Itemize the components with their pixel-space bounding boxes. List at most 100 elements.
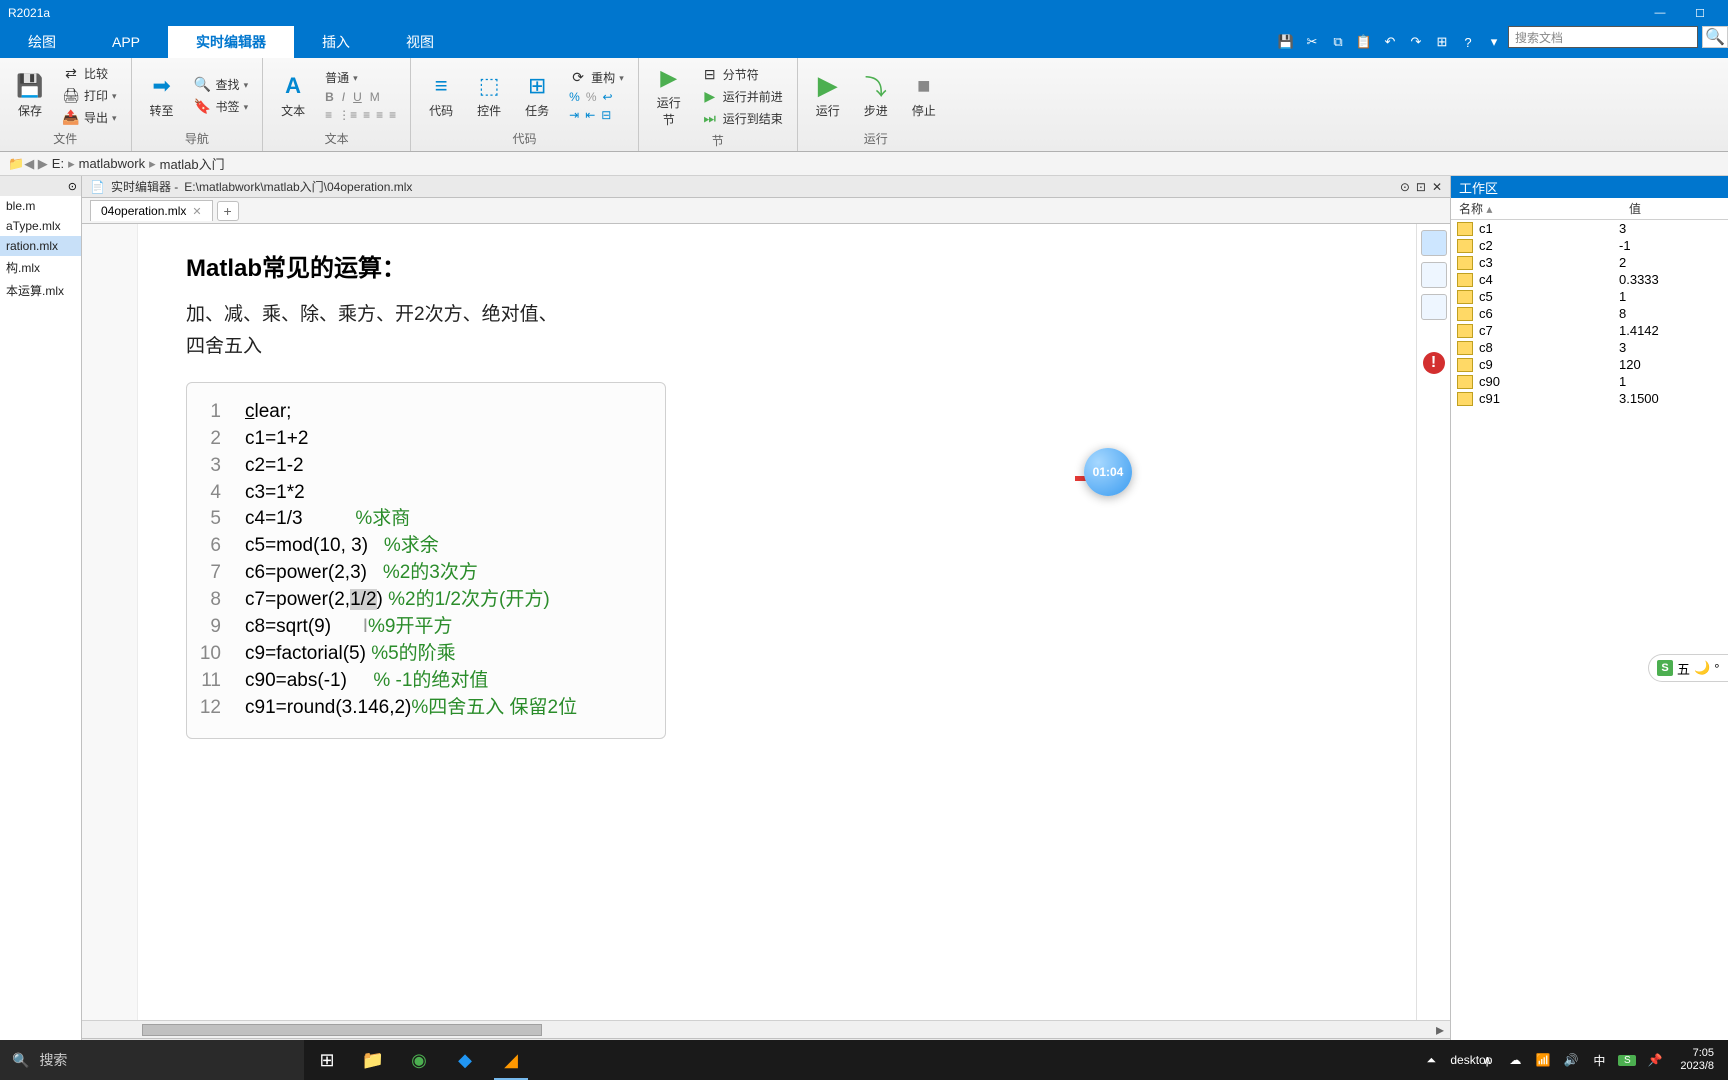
tray-chevron-icon[interactable]: ⏶	[1422, 1053, 1440, 1068]
qat-save-icon[interactable]: 💾	[1276, 32, 1296, 52]
qat-undo-icon[interactable]: ↶	[1380, 32, 1400, 52]
bold-button[interactable]: B	[325, 90, 334, 104]
tray-pin-icon[interactable]: 📌	[1646, 1053, 1664, 1067]
refactor-button[interactable]: ⟳重构	[565, 67, 628, 87]
save-button[interactable]: 保存	[10, 70, 50, 121]
file-item[interactable]: 构.mlx	[0, 256, 81, 279]
text-button[interactable]: 文本	[273, 70, 313, 121]
file-item[interactable]: 本运算.mlx	[0, 279, 81, 302]
align-right-icon[interactable]: ≡	[389, 108, 396, 122]
code-button[interactable]: 代码	[421, 70, 461, 121]
percent-icon[interactable]: %	[569, 90, 580, 104]
workspace-var-row[interactable]: c68	[1451, 305, 1728, 322]
editor-close-icon[interactable]: ✕	[1432, 180, 1442, 194]
run-button[interactable]: 运行	[808, 70, 848, 121]
horizontal-scrollbar[interactable]: ▸	[82, 1020, 1450, 1038]
percent2-icon[interactable]: %	[586, 90, 597, 104]
path-drive[interactable]: E:	[48, 156, 68, 171]
output-right-button[interactable]	[1421, 262, 1447, 288]
workspace-var-row[interactable]: c9120	[1451, 356, 1728, 373]
app-blue-button[interactable]: ◆	[442, 1040, 488, 1080]
output-hide-button[interactable]	[1421, 294, 1447, 320]
tab-app[interactable]: APP	[84, 26, 168, 58]
run-advance-button[interactable]: ▶运行并前进	[697, 86, 787, 106]
tray-lang[interactable]: 中	[1590, 1052, 1608, 1069]
workspace-var-row[interactable]: c32	[1451, 254, 1728, 271]
code-block[interactable]: 123456789101112 clear;c1=1+2c2=1-2c3=1*2…	[186, 382, 666, 740]
code-text[interactable]: clear;c1=1+2c2=1-2c3=1*2c4=1/3 %求商c5=mod…	[233, 383, 589, 739]
timer-badge[interactable]: 01:04	[1084, 448, 1132, 496]
align-left-icon[interactable]: ≡	[363, 108, 370, 122]
workspace-var-row[interactable]: c2-1	[1451, 237, 1728, 254]
workspace-var-row[interactable]: c71.4142	[1451, 322, 1728, 339]
goto-button[interactable]: 转至	[142, 70, 182, 121]
file-item[interactable]: aType.mlx	[0, 216, 81, 236]
add-tab-button[interactable]: +	[217, 201, 239, 221]
workspace-var-row[interactable]: c40.3333	[1451, 271, 1728, 288]
qat-redo-icon[interactable]: ↷	[1406, 32, 1426, 52]
workspace-var-row[interactable]: c913.1500	[1451, 390, 1728, 407]
qat-dropdown-icon[interactable]: ▾	[1484, 32, 1504, 52]
editor-restore-icon[interactable]: ⊡	[1416, 180, 1426, 194]
task-view-button[interactable]: ⊞	[304, 1040, 350, 1080]
minimize-button[interactable]: —	[1640, 7, 1680, 19]
tray-up-icon[interactable]: ∧	[1478, 1053, 1496, 1067]
tray-desktop[interactable]: desktop	[1450, 1053, 1468, 1067]
workspace-var-row[interactable]: c13	[1451, 220, 1728, 237]
tray-wifi-icon[interactable]: 📶	[1534, 1053, 1552, 1067]
format-icon[interactable]: ⊟	[601, 108, 611, 122]
list-bullet-icon[interactable]: ≡	[325, 108, 332, 122]
tab-view[interactable]: 视图	[378, 26, 462, 58]
qat-copy-icon[interactable]: ⧉	[1328, 32, 1348, 52]
run-section-button[interactable]: 运行 节	[649, 62, 689, 130]
file-explorer-button[interactable]: 📁	[350, 1040, 396, 1080]
col-name[interactable]: 名称	[1459, 202, 1483, 216]
outdent-icon[interactable]: ⇤	[585, 108, 595, 122]
file-item[interactable]: ration.mlx	[0, 236, 81, 256]
tab-insert[interactable]: 插入	[294, 26, 378, 58]
style-normal[interactable]: 普通	[321, 68, 400, 87]
stop-button[interactable]: 停止	[904, 70, 944, 121]
ime-indicator[interactable]: S 五 🌙 °	[1648, 654, 1728, 682]
col-value[interactable]: 值	[1621, 200, 1728, 217]
underline-button[interactable]: U	[353, 90, 362, 104]
taskbar-clock[interactable]: 7:052023/8	[1674, 1047, 1720, 1073]
error-indicator-icon[interactable]: !	[1423, 352, 1445, 374]
search-button[interactable]: 🔍	[1702, 26, 1728, 48]
qat-cut-icon[interactable]: ✂	[1302, 32, 1322, 52]
output-inline-button[interactable]	[1421, 230, 1447, 256]
tab-close-icon[interactable]: ✕	[192, 205, 201, 218]
compare-button[interactable]: ⇄比较	[58, 63, 121, 83]
qat-layout-icon[interactable]: ⊞	[1432, 32, 1452, 52]
search-docs-input[interactable]: 搜索文档	[1508, 26, 1698, 48]
section-break-button[interactable]: ⊟分节符	[697, 64, 787, 84]
step-button[interactable]: 步进	[856, 70, 896, 121]
tray-ime-icon[interactable]: S	[1618, 1055, 1636, 1066]
mono-button[interactable]: M	[370, 90, 380, 104]
wrap-icon[interactable]: ↩	[603, 90, 613, 104]
italic-button[interactable]: I	[342, 90, 345, 104]
run-to-end-button[interactable]: ⏭运行到结束	[697, 108, 787, 128]
tab-plot[interactable]: 绘图	[0, 26, 84, 58]
matlab-button[interactable]: ◢	[488, 1040, 534, 1080]
tray-volume-icon[interactable]: 🔊	[1562, 1053, 1580, 1067]
panel-menu-icon[interactable]: ⊙	[68, 180, 77, 193]
workspace-var-row[interactable]: c51	[1451, 288, 1728, 305]
qat-paste-icon[interactable]: 📋	[1354, 32, 1374, 52]
tab-live-editor[interactable]: 实时编辑器	[168, 26, 294, 58]
browser-button[interactable]: ◉	[396, 1040, 442, 1080]
indent-icon[interactable]: ⇥	[569, 108, 579, 122]
file-item[interactable]: ble.m	[0, 196, 81, 216]
find-button[interactable]: 🔍查找	[190, 74, 253, 94]
path-seg-2[interactable]: matlab入门	[156, 154, 229, 173]
qat-help-icon[interactable]: ?	[1458, 32, 1478, 52]
print-button[interactable]: 🖨打印	[58, 85, 121, 105]
workspace-var-row[interactable]: c83	[1451, 339, 1728, 356]
maximize-button[interactable]: ☐	[1680, 7, 1720, 20]
tray-cloud-icon[interactable]: ☁	[1506, 1053, 1524, 1067]
task-button[interactable]: 任务	[517, 70, 557, 121]
path-seg-1[interactable]: matlabwork	[75, 156, 149, 171]
bookmark-button[interactable]: 🔖书签	[190, 96, 253, 116]
editor-tab[interactable]: 04operation.mlx ✕	[90, 200, 213, 221]
taskbar-search[interactable]: 🔍 搜索	[0, 1040, 304, 1080]
